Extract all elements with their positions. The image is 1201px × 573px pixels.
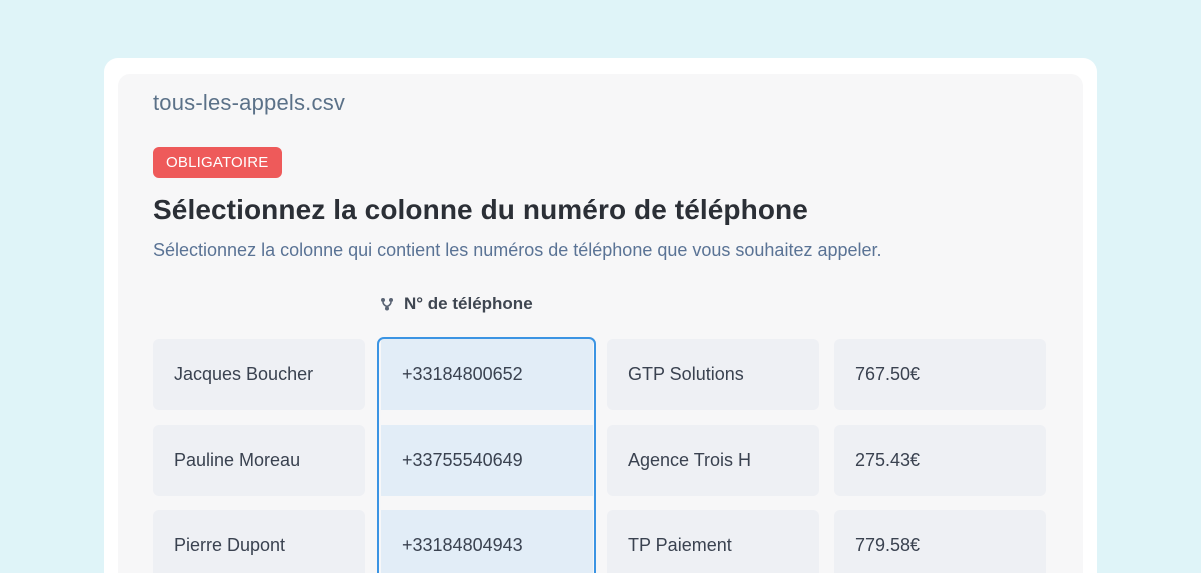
table-cell-company[interactable]: GTP Solutions xyxy=(607,339,819,410)
table-cell-phone[interactable]: +33184800652 xyxy=(381,339,593,410)
table-cell-company[interactable]: TP Paiement xyxy=(607,510,819,573)
table-cell-name[interactable]: Pauline Moreau xyxy=(153,425,365,496)
page-title: Sélectionnez la colonne du numéro de tél… xyxy=(153,194,808,225)
required-badge: OBLIGATOIRE xyxy=(153,147,282,178)
file-name: tous-les-appels.csv xyxy=(153,90,346,115)
table-cell-name[interactable]: Pierre Dupont xyxy=(153,510,365,573)
table-cell-amount[interactable]: 275.43€ xyxy=(834,425,1046,496)
table-cell-phone[interactable]: +33755540649 xyxy=(381,425,593,496)
phone-column-header: N° de téléphone xyxy=(380,294,533,314)
table-cell-company[interactable]: Agence Trois H xyxy=(607,425,819,496)
table-cell-amount[interactable]: 779.58€ xyxy=(834,510,1046,573)
table-cell-name[interactable]: Jacques Boucher xyxy=(153,339,365,410)
page-subtitle: Sélectionnez la colonne qui contient les… xyxy=(153,240,882,260)
table-cell-phone[interactable]: +33184804943 xyxy=(381,510,593,573)
phone-column-label: N° de téléphone xyxy=(404,294,533,313)
branch-icon xyxy=(380,297,394,311)
table-cell-amount[interactable]: 767.50€ xyxy=(834,339,1046,410)
